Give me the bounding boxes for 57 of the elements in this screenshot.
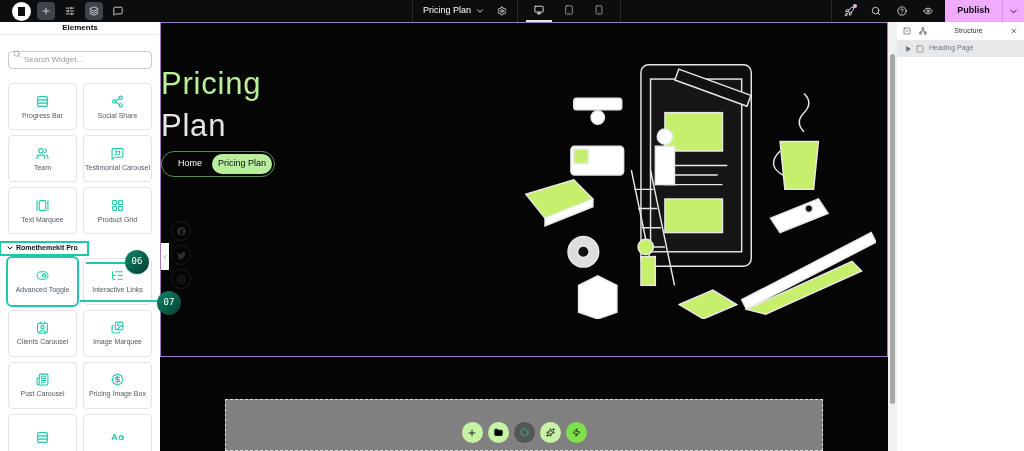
help-icon[interactable] — [897, 6, 907, 16]
close-icon[interactable] — [1010, 27, 1018, 35]
leader-line — [86, 262, 128, 264]
add-icon — [41, 6, 51, 16]
chevron-down-icon — [475, 6, 486, 16]
breadcrumb-link[interactable]: Pricing Plan — [212, 154, 273, 174]
dollar-badge-icon — [111, 373, 124, 386]
people-icon — [36, 146, 49, 160]
container-icon — [916, 44, 924, 53]
page-title-dropdown[interactable]: Pricing Plan — [423, 4, 486, 18]
list-icon — [111, 269, 124, 282]
hero-title: Plan — [161, 107, 228, 145]
logo-icon[interactable] — [12, 1, 31, 21]
chevron-left-icon — [162, 253, 168, 260]
hexagon-icon — [519, 428, 529, 437]
bars-icon — [36, 430, 49, 444]
tablet-icon — [564, 5, 575, 15]
panel-title: Elements — [0, 22, 160, 35]
search-icon — [13, 50, 21, 58]
images-icon — [111, 321, 124, 334]
grid-icon — [111, 198, 124, 212]
layers-icon — [89, 6, 99, 16]
bars-icon — [36, 94, 49, 108]
settings-icon[interactable] — [497, 6, 508, 16]
sparkle-icon — [545, 428, 555, 437]
ai-sparkle-button[interactable] — [539, 422, 561, 443]
publish-button[interactable]: Publish — [945, 0, 1002, 22]
newspaper-icon — [36, 373, 49, 386]
facebook-icon — [176, 226, 186, 236]
twitter-icon — [176, 250, 186, 260]
collapse-icon[interactable] — [903, 27, 911, 35]
template-folder-button[interactable] — [487, 422, 509, 443]
rocket-icon[interactable] — [844, 5, 855, 17]
breadcrumb-link[interactable]: Home — [172, 154, 208, 174]
chat-icon — [113, 6, 123, 16]
bolt-icon — [571, 428, 581, 437]
folder-icon — [493, 428, 503, 437]
caret-icon — [905, 45, 911, 52]
search-field[interactable]: Search Widget... — [8, 50, 152, 69]
sliders-icon — [65, 6, 75, 16]
mobile-icon — [594, 5, 605, 15]
contact-card-icon — [36, 321, 49, 334]
bolt-button[interactable] — [565, 422, 587, 443]
toolbar-button[interactable] — [85, 2, 103, 20]
hero-title: Pricing — [161, 65, 263, 103]
scrollbar-thumb[interactable] — [890, 54, 895, 404]
quote-icon — [111, 146, 124, 160]
plus-icon — [467, 427, 477, 438]
gallery-icon — [36, 198, 49, 212]
search-icon[interactable] — [871, 6, 881, 16]
navigator-icon[interactable] — [919, 27, 927, 35]
desktop-icon — [534, 5, 545, 15]
toolbar-button[interactable] — [37, 2, 55, 20]
share-icon — [111, 94, 124, 108]
preview-icon[interactable] — [923, 6, 933, 16]
toggle-icon — [36, 269, 49, 282]
instagram-icon — [176, 274, 186, 284]
